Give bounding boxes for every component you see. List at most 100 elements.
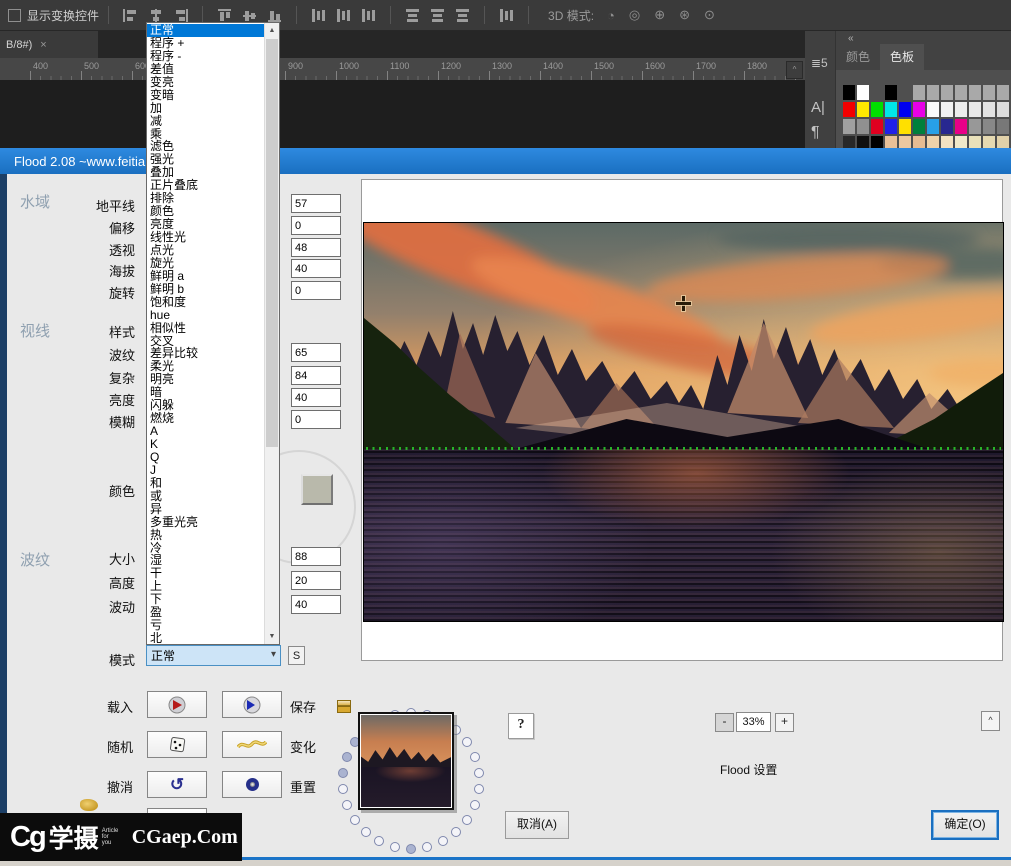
mode-option[interactable]: 差值 <box>147 63 265 76</box>
distribute-left-icon[interactable] <box>405 9 420 22</box>
document-tab[interactable]: B/8#) × <box>0 31 98 58</box>
color-swatch[interactable] <box>997 102 1009 117</box>
memory-dot[interactable] <box>406 844 416 854</box>
mode-option[interactable]: 热 <box>147 529 265 542</box>
memory-dot[interactable] <box>350 815 360 825</box>
color-swatch[interactable] <box>871 119 883 134</box>
mode-option[interactable]: 饱和度 <box>147 296 265 309</box>
mode-option[interactable]: 盈 <box>147 606 265 619</box>
color-swatch[interactable] <box>913 102 925 117</box>
mode-option[interactable]: 鲜明 b <box>147 283 265 296</box>
mode-option[interactable]: 减 <box>147 115 265 128</box>
distribute-right-icon[interactable] <box>455 9 470 22</box>
zoom-in-button[interactable]: + <box>775 713 794 732</box>
mode-option[interactable]: 异 <box>147 503 265 516</box>
color-swatch[interactable] <box>913 119 925 134</box>
ok-button[interactable]: 确定(O) <box>931 810 999 840</box>
color-swatch[interactable] <box>997 85 1009 100</box>
distribute-vertical-centers-icon[interactable] <box>336 9 351 22</box>
paragraph-panel-icon[interactable]: ¶ <box>811 124 820 142</box>
color-swatch[interactable] <box>843 119 855 134</box>
mode-option[interactable]: Q <box>147 451 265 464</box>
canvas-scroll-up-icon[interactable]: ^ <box>786 61 803 79</box>
help-button[interactable]: ? <box>508 713 534 739</box>
color-swatch[interactable] <box>857 102 869 117</box>
altitude-input[interactable] <box>291 259 341 278</box>
color-swatch[interactable] <box>955 119 967 134</box>
color-swatch[interactable] <box>983 85 995 100</box>
3d-roll-icon[interactable]: ◎ <box>629 7 640 23</box>
memory-dot[interactable] <box>470 752 480 762</box>
align-vertical-centers-icon[interactable] <box>242 9 257 22</box>
distribute-bottom-icon[interactable] <box>361 9 376 22</box>
memory-dot[interactable] <box>438 836 448 846</box>
mode-option[interactable]: 线性光 <box>147 231 265 244</box>
character-panel-icon[interactable]: A| <box>811 99 825 116</box>
collapse-dialog-button[interactable]: ^ <box>981 711 1000 731</box>
memory-dot[interactable] <box>451 827 461 837</box>
color-swatch[interactable] <box>941 119 953 134</box>
collapse-panel-icon[interactable]: « <box>848 33 853 44</box>
memory-dot[interactable] <box>474 768 484 778</box>
3d-slide-icon[interactable]: ⊛ <box>679 7 690 23</box>
mode-option[interactable]: 冷 <box>147 542 265 555</box>
color-swatch[interactable] <box>955 85 967 100</box>
memory-dot[interactable] <box>462 737 472 747</box>
load-button[interactable] <box>147 691 207 718</box>
water-color-swatch[interactable] <box>301 474 333 505</box>
random-button[interactable] <box>147 731 207 758</box>
color-swatch[interactable] <box>871 102 883 117</box>
mode-option[interactable]: hue <box>147 309 265 322</box>
3d-camera-icon[interactable]: ⊙ <box>704 7 715 23</box>
color-swatch[interactable] <box>885 119 897 134</box>
mode-option[interactable]: 湿 <box>147 554 265 567</box>
color-swatch[interactable] <box>969 119 981 134</box>
mode-option[interactable]: 程序 - <box>147 50 265 63</box>
mode-option[interactable]: A <box>147 425 265 438</box>
3d-pan-icon[interactable]: ⊕ <box>654 7 665 23</box>
memory-dot[interactable] <box>474 784 484 794</box>
color-swatch[interactable] <box>885 85 897 100</box>
dropdown-scrollbar[interactable]: ▲ ▼ <box>264 23 279 644</box>
memory-dot[interactable] <box>338 784 348 794</box>
memory-dot[interactable] <box>390 842 400 852</box>
s-button[interactable]: S <box>288 646 305 665</box>
color-swatch[interactable] <box>857 119 869 134</box>
color-swatch[interactable] <box>955 102 967 117</box>
reset-button[interactable] <box>222 771 282 798</box>
memory-dot[interactable] <box>338 768 348 778</box>
brightness-input[interactable] <box>291 388 341 407</box>
memory-dot[interactable] <box>470 800 480 810</box>
mode-option[interactable]: J <box>147 464 265 477</box>
preview-image[interactable] <box>363 222 1004 622</box>
mode-option[interactable]: 旋光 <box>147 257 265 270</box>
color-swatch[interactable] <box>969 85 981 100</box>
color-swatch[interactable] <box>927 119 939 134</box>
size-input[interactable] <box>291 547 341 566</box>
complexity-input[interactable] <box>291 366 341 385</box>
horizon-dotted-line[interactable] <box>366 447 1001 450</box>
tab-swatches[interactable]: 色板 <box>880 44 924 70</box>
color-swatch[interactable] <box>997 119 1009 134</box>
scroll-up-icon[interactable]: ▲ <box>265 23 279 38</box>
color-swatch[interactable] <box>941 102 953 117</box>
close-tab-icon[interactable]: × <box>40 39 46 51</box>
color-swatch[interactable] <box>913 85 925 100</box>
mode-option[interactable]: 燃烧 <box>147 412 265 425</box>
mode-option[interactable]: 或 <box>147 490 265 503</box>
scrollbar-thumb[interactable] <box>266 39 278 447</box>
cancel-button[interactable]: 取消(A) <box>505 811 569 839</box>
color-swatch[interactable] <box>885 102 897 117</box>
mode-option[interactable]: 变暗 <box>147 89 265 102</box>
align-top-edges-icon[interactable] <box>217 9 232 22</box>
color-swatch[interactable] <box>983 119 995 134</box>
color-swatch[interactable] <box>857 85 869 100</box>
align-left-edges-icon[interactable] <box>123 9 138 22</box>
ripple-input[interactable] <box>291 343 341 362</box>
mode-option[interactable]: 亏 <box>147 619 265 632</box>
rotation-input[interactable] <box>291 281 341 300</box>
variation-button[interactable] <box>222 731 282 758</box>
save-button[interactable] <box>222 691 282 718</box>
memory-dot[interactable] <box>422 842 432 852</box>
horizon-input[interactable] <box>291 194 341 213</box>
